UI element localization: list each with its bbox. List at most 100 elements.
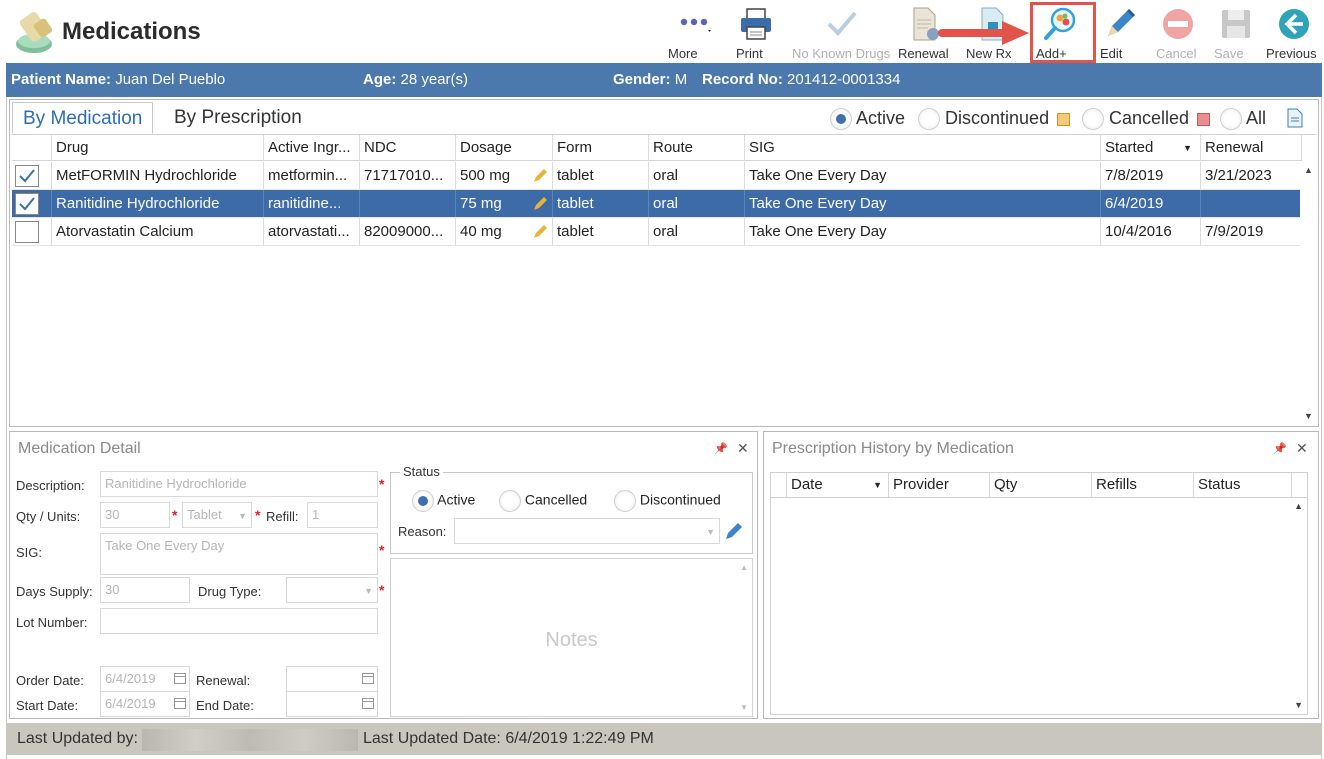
cell-ndc xyxy=(360,190,456,217)
radio-cancelled[interactable] xyxy=(1082,108,1104,131)
grid-scrollbar[interactable]: ▲ ▼ xyxy=(1300,161,1316,425)
cell-route: oral xyxy=(649,162,745,189)
header-dosage[interactable]: Dosage xyxy=(456,135,553,160)
description-field[interactable]: Ranitidine Hydrochloride xyxy=(100,471,378,497)
edit-dosage-icon[interactable] xyxy=(532,168,548,184)
lot-number-field[interactable] xyxy=(100,608,378,634)
header-renewal[interactable]: Renewal xyxy=(1201,135,1302,160)
edit-dosage-icon[interactable] xyxy=(532,196,548,212)
filter-cancelled[interactable]: Cancelled xyxy=(1082,106,1211,131)
units-value: Tablet xyxy=(187,507,222,522)
radio-all[interactable] xyxy=(1220,108,1242,131)
table-row[interactable]: Atorvastatin Calcium atorvastati... 8200… xyxy=(12,218,1302,246)
more-button[interactable]: More xyxy=(668,4,720,62)
end-date-field[interactable] xyxy=(286,691,378,717)
header-active-ingredient[interactable]: Active Ingr... xyxy=(264,135,360,160)
edit-dosage-icon[interactable] xyxy=(532,224,548,240)
scroll-down-icon[interactable]: ▼ xyxy=(1304,411,1313,421)
renewal-date-field[interactable] xyxy=(286,666,378,692)
scroll-up-icon[interactable]: ▲ xyxy=(1304,165,1313,175)
radio-active[interactable] xyxy=(830,108,852,131)
row-checkbox[interactable] xyxy=(15,221,39,243)
start-date-field[interactable]: 6/4/2019 xyxy=(100,691,190,717)
header-ndc[interactable]: NDC xyxy=(360,135,456,160)
history-header-date[interactable]: Date ▼ xyxy=(787,473,889,497)
calendar-icon[interactable] xyxy=(362,698,374,709)
export-icon[interactable] xyxy=(1286,108,1304,128)
order-date-field[interactable]: 6/4/2019 xyxy=(100,666,190,692)
header-sig[interactable]: SIG xyxy=(745,135,1101,160)
days-supply-label: Days Supply: xyxy=(16,584,93,599)
print-button[interactable]: Print xyxy=(736,4,776,62)
cell-sig: Take One Every Day xyxy=(745,162,1101,189)
row-check-cell[interactable] xyxy=(12,190,52,217)
order-date-label: Order Date: xyxy=(16,673,84,688)
pin-icon[interactable]: 📌 xyxy=(1273,442,1287,455)
tab-by-prescription[interactable]: By Prescription xyxy=(164,102,312,134)
filter-discontinued[interactable]: Discontinued xyxy=(918,106,1071,131)
scroll-down-icon[interactable]: ▼ xyxy=(740,703,748,712)
print-label: Print xyxy=(736,46,763,61)
header-route[interactable]: Route xyxy=(649,135,745,160)
more-label: More xyxy=(668,46,698,61)
row-check-cell[interactable] xyxy=(12,162,52,189)
history-header-qty[interactable]: Qty xyxy=(990,473,1092,497)
header-started[interactable]: Started ▼ xyxy=(1101,135,1201,160)
lot-number-label: Lot Number: xyxy=(16,615,88,630)
radio-status-active[interactable] xyxy=(412,490,434,512)
renewal-label: Renewal xyxy=(898,46,949,61)
cell-dosage-value: 75 mg xyxy=(460,195,502,212)
calendar-icon[interactable] xyxy=(174,698,186,709)
cancel-button[interactable]: Cancel xyxy=(1156,4,1200,62)
sig-field[interactable]: Take One Every Day xyxy=(100,533,378,575)
header-form[interactable]: Form xyxy=(553,135,649,160)
close-icon[interactable]: ✕ xyxy=(737,440,749,457)
history-grid-header: Date ▼ Provider Qty Refills Status xyxy=(770,472,1308,498)
last-updated-date: Last Updated Date: 6/4/2019 1:22:49 PM xyxy=(363,730,654,747)
table-row[interactable]: MetFORMIN Hydrochloride metformin... 717… xyxy=(12,162,1302,190)
status-discontinued-option[interactable]: Discontinued xyxy=(614,490,721,512)
status-active-option[interactable]: Active xyxy=(412,490,475,512)
save-button[interactable]: Save xyxy=(1214,4,1258,62)
cell-ingredient: metformin... xyxy=(264,162,360,189)
history-header-refills[interactable]: Refills xyxy=(1092,473,1194,497)
status-cancelled-option[interactable]: Cancelled xyxy=(499,490,587,512)
reason-select[interactable]: ▼ xyxy=(454,518,720,544)
units-select[interactable]: Tablet ▼ xyxy=(182,502,252,528)
end-date-label: End Date: xyxy=(196,698,254,713)
radio-status-cancelled[interactable] xyxy=(499,490,521,512)
history-header-status[interactable]: Status xyxy=(1194,473,1292,497)
scroll-down-icon[interactable]: ▼ xyxy=(1294,700,1303,710)
filter-active[interactable]: Active xyxy=(830,106,905,131)
radio-discontinued[interactable] xyxy=(918,108,940,131)
cell-renewal xyxy=(1201,190,1302,217)
edit-reason-icon[interactable] xyxy=(723,520,745,542)
days-supply-field[interactable]: 30 xyxy=(100,577,190,603)
edit-button[interactable]: Edit xyxy=(1100,4,1140,62)
radio-status-discontinued[interactable] xyxy=(614,490,636,512)
status-discontinued-label: Discontinued xyxy=(639,491,721,508)
refill-field[interactable]: 1 xyxy=(307,502,378,528)
cell-form: tablet xyxy=(553,190,649,217)
tab-by-medication[interactable]: By Medication xyxy=(12,102,154,134)
scroll-up-icon[interactable]: ▲ xyxy=(740,563,748,572)
close-icon[interactable]: ✕ xyxy=(1296,440,1308,457)
cell-drug: MetFORMIN Hydrochloride xyxy=(52,162,264,189)
no-known-drugs-button[interactable]: No Known Drugs xyxy=(792,4,892,62)
history-header-provider[interactable]: Provider xyxy=(889,473,990,497)
qty-field[interactable]: 30 xyxy=(100,502,170,528)
row-check-cell[interactable] xyxy=(12,218,52,245)
scroll-up-icon[interactable]: ▲ xyxy=(1294,501,1303,511)
notes-field[interactable]: Notes ▲ ▼ xyxy=(390,558,753,717)
table-row-selected[interactable]: Ranitidine Hydrochloride ranitidine... 7… xyxy=(12,190,1302,218)
drug-type-select[interactable]: ▼ xyxy=(286,577,378,603)
previous-button[interactable]: Previous xyxy=(1266,4,1322,62)
calendar-icon[interactable] xyxy=(362,673,374,684)
row-checkbox[interactable] xyxy=(15,165,39,187)
calendar-icon[interactable] xyxy=(174,673,186,684)
header-drug[interactable]: Drug xyxy=(52,135,264,160)
row-checkbox[interactable] xyxy=(15,193,39,215)
pin-icon[interactable]: 📌 xyxy=(714,442,728,455)
filter-all[interactable]: All xyxy=(1220,106,1266,131)
required-marker: * xyxy=(255,507,261,523)
